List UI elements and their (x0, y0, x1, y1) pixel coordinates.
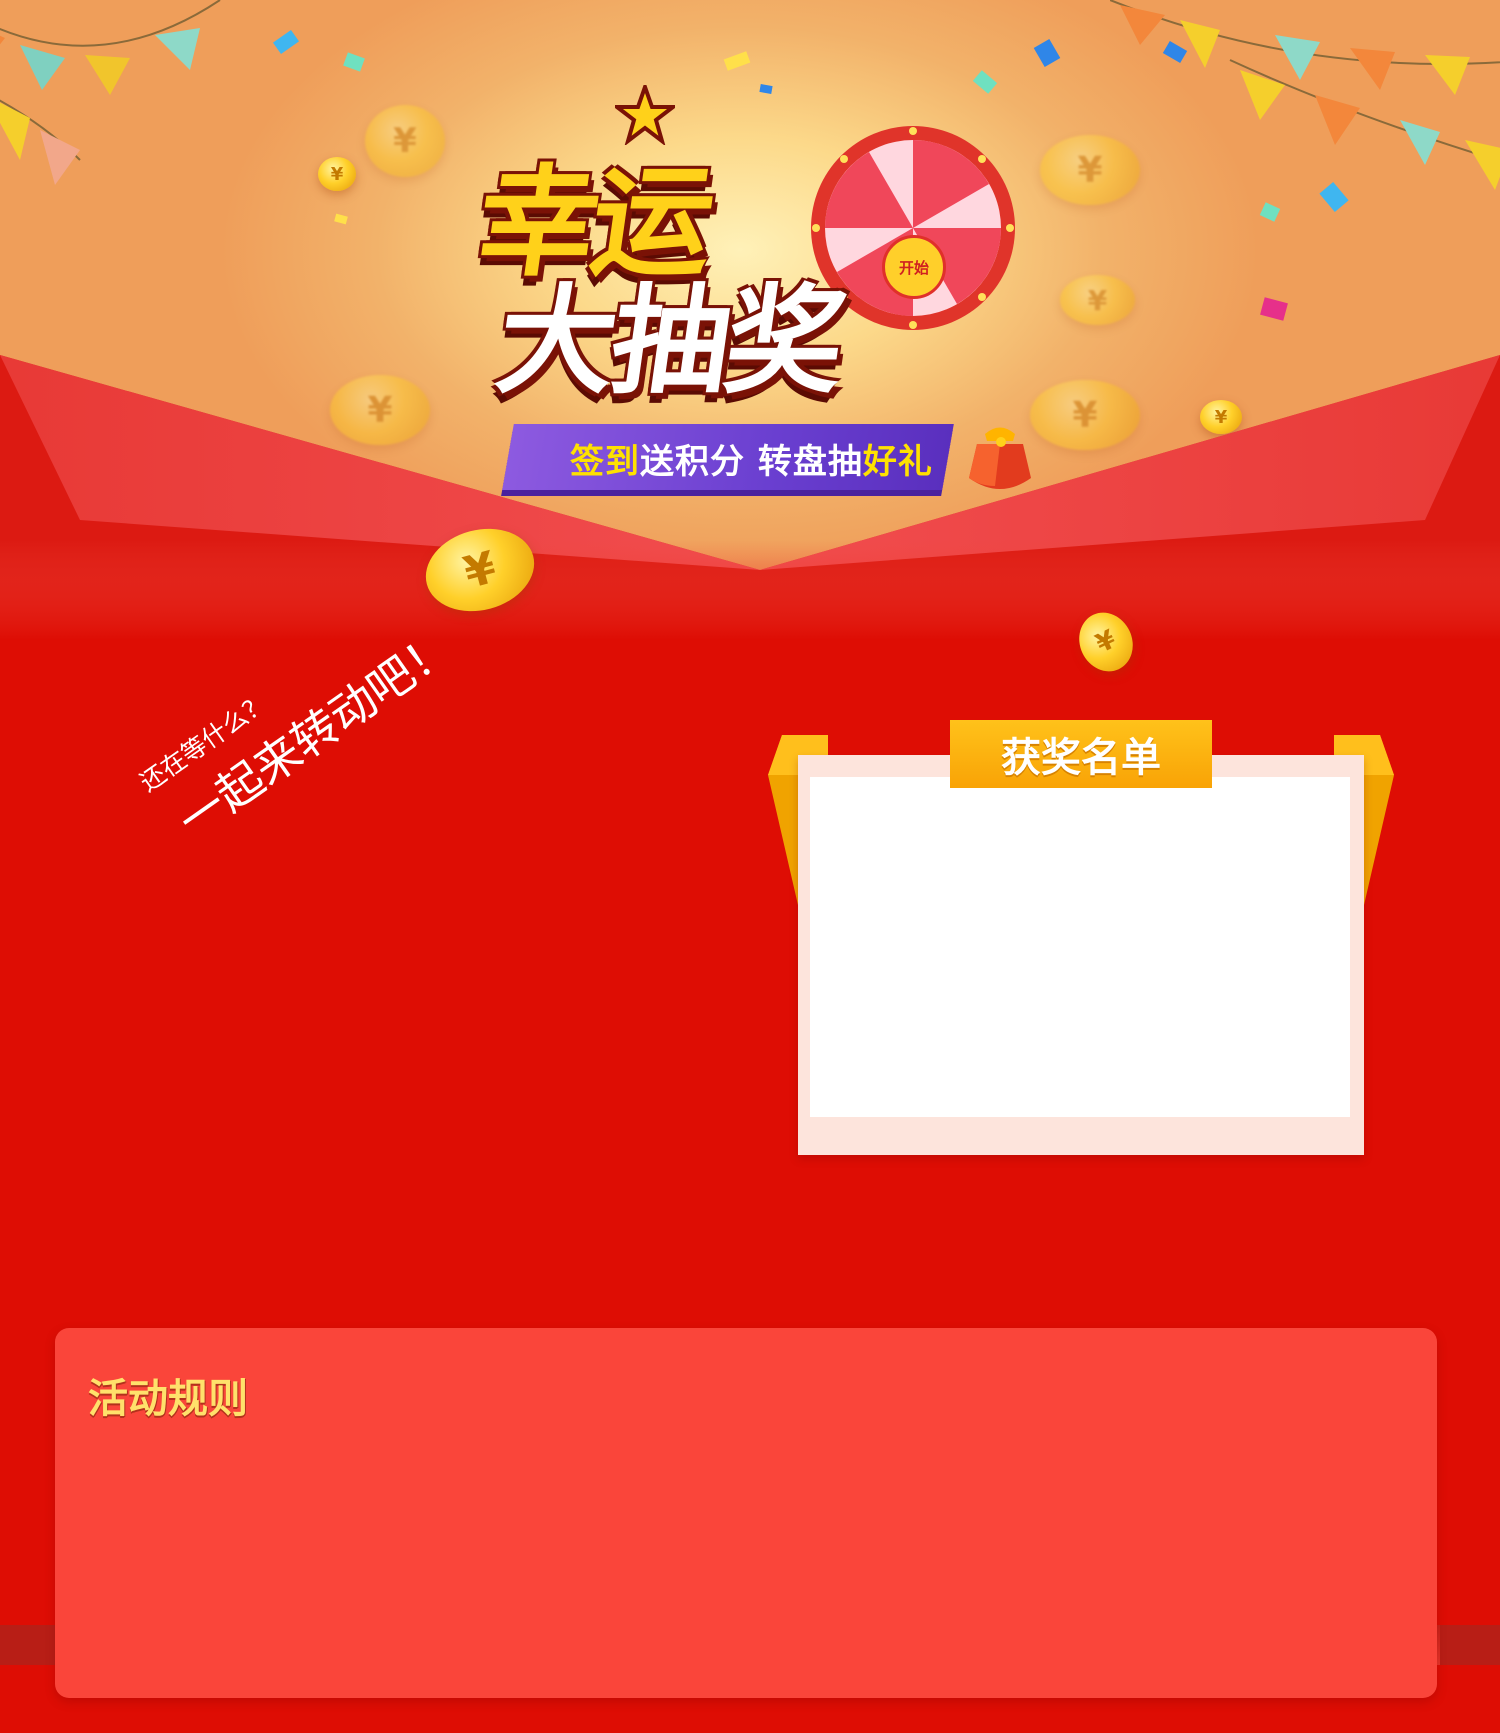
wheel-start-button[interactable]: 开始 (882, 235, 946, 299)
winners-frame (798, 755, 1364, 1155)
tagline-part: 签到 (570, 442, 640, 482)
activity-rules-title: 活动规则 (88, 1376, 248, 1422)
tagline-part: 送积分 (640, 442, 745, 482)
rules-ribbon-fold-right (1440, 1625, 1500, 1665)
title-line-big-draw: 大抽奖 (488, 272, 851, 410)
gift-bag-icon (969, 427, 1031, 489)
tagline-text: 签到送积分 转盘抽好礼 (570, 434, 933, 483)
tagline-part: 转盘抽 (757, 442, 863, 482)
tagline-part: 好礼 (862, 442, 933, 482)
winners-list-title: 获奖名单 (950, 720, 1212, 788)
rules-ribbon-fold-left (0, 1625, 60, 1665)
activity-rules-panel: 活动规则 (55, 1328, 1437, 1698)
winners-list-body[interactable] (810, 777, 1350, 1117)
winners-list-panel: 获奖名单 (768, 720, 1394, 1162)
